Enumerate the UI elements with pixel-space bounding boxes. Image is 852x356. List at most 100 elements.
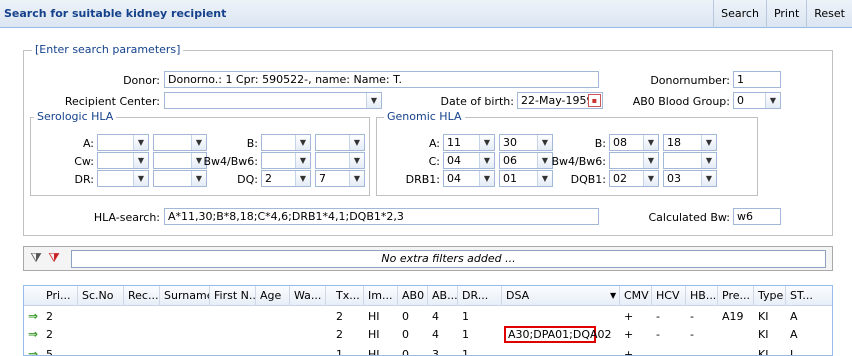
column-header[interactable]: Rec... [124,286,160,306]
cell-pre: A19 [722,310,744,323]
sero-bw-label: Bw4/Bw6: [203,155,259,168]
chevron-down-icon[interactable]: ▼ [295,153,310,168]
chevron-down-icon[interactable]: ▼ [643,153,658,168]
cell-dr: 1 [462,310,469,323]
reset-button[interactable]: Reset [806,0,852,28]
geno-a1-value: 11 [447,136,461,149]
chevron-down-icon[interactable]: ▼ [133,153,148,168]
column-header[interactable]: Im... [364,286,398,306]
column-header[interactable]: DSA [502,286,620,306]
column-header[interactable]: Pre... [718,286,754,306]
column-header[interactable]: Type [754,286,786,306]
sero-cw2-select[interactable]: ▼ [153,152,207,169]
column-header[interactable]: AB... [428,286,458,306]
print-button[interactable]: Print [765,0,806,28]
column-header[interactable]: Age [256,286,290,306]
chevron-down-icon[interactable]: ▼ [643,171,658,186]
chevron-down-icon[interactable]: ▼ [366,93,381,108]
hla-search-field[interactable]: A*11,30;B*8,18;C*4,6;DRB1*4,1;DQB1*2,3 [164,208,599,225]
cell-ab: 4 [432,310,439,323]
column-header[interactable]: DR... [458,286,502,306]
chevron-down-icon[interactable]: ▼ [133,171,148,186]
chevron-down-icon[interactable]: ▼ [701,135,716,150]
chevron-down-icon[interactable]: ▼ [765,93,780,108]
geno-c2-select[interactable]: 06 ▼ [499,152,553,169]
cell-priority: 5 [46,348,53,356]
geno-dqb1-2-select[interactable]: 03 ▼ [663,170,717,187]
geno-a2-select[interactable]: 30 ▼ [499,134,553,151]
sero-bw2-select[interactable]: ▼ [315,152,365,169]
geno-dqb1-1-select[interactable]: 02 ▼ [609,170,659,187]
dob-field[interactable]: 22-May-1959 ▪ [517,92,603,109]
sero-b-label: B: [246,137,258,150]
sero-bw1-select[interactable]: ▼ [261,152,311,169]
column-header[interactable]: Sc.No [78,286,124,306]
abo-select[interactable]: 0 ▼ [733,92,781,109]
geno-drb1-1-select[interactable]: 04 ▼ [443,170,495,187]
cell-abo: 0 [402,328,409,341]
table-row[interactable]: ⇒ 2 2 HI 0 4 1 A30;DPA01;DQA02 + - - KI … [24,326,832,343]
column-header[interactable]: First N... [210,286,256,306]
table-row[interactable]: ⇒ 5 1 HI 0 3 1 + KI L [24,346,832,356]
sero-a1-select[interactable]: ▼ [97,134,149,151]
chevron-down-icon[interactable]: ▼ [643,135,658,150]
chevron-down-icon[interactable]: ▼ [349,153,364,168]
table-row[interactable]: ⇒ 2 2 HI 0 4 1 + - - A19 KI A [24,308,832,325]
recipient-center-label: Recipient Center: [64,95,160,108]
chevron-down-icon[interactable]: ▼ [701,153,716,168]
chevron-down-icon[interactable]: ▼ [479,171,494,186]
geno-c1-select[interactable]: 04 ▼ [443,152,495,169]
geno-b-label: B: [594,137,606,150]
column-header[interactable]: ST... [786,286,832,306]
chevron-down-icon[interactable]: ▼ [606,286,620,306]
sero-dr1-select[interactable]: ▼ [97,170,149,187]
donornumber-field[interactable]: 1 [733,71,781,88]
sero-dq2-select[interactable]: 7 ▼ [315,170,365,187]
chevron-down-icon[interactable]: ▼ [191,135,206,150]
recipient-center-select[interactable]: ▼ [164,92,382,109]
add-filter-icon[interactable]: ⧩ [28,251,44,267]
calculated-bw-field[interactable]: w6 [733,208,781,225]
column-header[interactable]: CMV [620,286,652,306]
geno-drb1-1-value: 04 [447,172,461,185]
recipients-grid: Pri... Sc.No Rec... Surname First N... A… [23,285,833,356]
geno-drb1-2-select[interactable]: 01 ▼ [499,170,553,187]
chevron-down-icon[interactable]: ▼ [295,171,310,186]
geno-b1-select[interactable]: 08 ▼ [609,134,659,151]
donor-field[interactable]: Donorno.: 1 Cpr: 590522-, name: Name: T. [164,71,599,88]
donornumber-label: Donornumber: [650,74,730,87]
column-header[interactable]: Pri... [42,286,78,306]
calendar-icon[interactable]: ▪ [588,94,601,107]
chevron-down-icon[interactable]: ▼ [133,135,148,150]
chevron-down-icon[interactable]: ▼ [537,171,552,186]
geno-a1-select[interactable]: 11 ▼ [443,134,495,151]
search-button[interactable]: Search [713,0,766,28]
geno-bw-label: Bw4/Bw6: [551,155,607,168]
sero-dr2-select[interactable]: ▼ [153,170,207,187]
geno-b2-select[interactable]: 18 ▼ [663,134,717,151]
sero-a2-select[interactable]: ▼ [153,134,207,151]
remove-filter-icon[interactable]: ⧩ [46,251,62,267]
geno-bw2-select[interactable]: ▼ [663,152,717,169]
geno-bw1-select[interactable]: ▼ [609,152,659,169]
sero-b1-select[interactable]: ▼ [261,134,311,151]
chevron-down-icon[interactable]: ▼ [479,153,494,168]
chevron-down-icon[interactable]: ▼ [701,171,716,186]
sero-cw1-select[interactable]: ▼ [97,152,149,169]
chevron-down-icon[interactable]: ▼ [349,135,364,150]
chevron-down-icon[interactable]: ▼ [537,135,552,150]
column-header[interactable]: HCV [652,286,686,306]
column-header[interactable]: Wa... [290,286,326,306]
sero-dq1-select[interactable]: 2 ▼ [261,170,311,187]
sero-dr-label: DR: [74,173,94,186]
sero-b2-select[interactable]: ▼ [315,134,365,151]
column-header[interactable]: AB0 [398,286,428,306]
cell-im: HI [368,348,380,356]
chevron-down-icon[interactable]: ▼ [479,135,494,150]
column-header[interactable]: HB... [686,286,718,306]
chevron-down-icon[interactable]: ▼ [295,135,310,150]
column-header[interactable]: Surname [160,286,210,306]
chevron-down-icon[interactable]: ▼ [191,171,206,186]
chevron-down-icon[interactable]: ▼ [349,171,364,186]
column-header[interactable]: Tx... [332,286,364,306]
